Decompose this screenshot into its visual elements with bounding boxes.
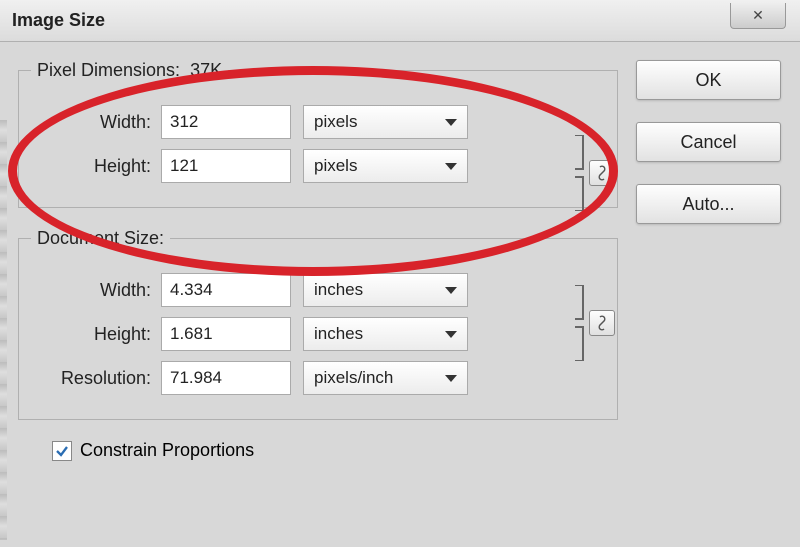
- doc-resolution-row: Resolution: pixels/inch: [31, 361, 605, 395]
- pixel-dimensions-legend: Pixel Dimensions: 37K: [31, 60, 228, 81]
- doc-resolution-input[interactable]: [161, 361, 291, 395]
- window-title: Image Size: [12, 10, 105, 31]
- chevron-down-icon: [445, 331, 457, 338]
- pixel-dimensions-label: Pixel Dimensions:: [37, 60, 180, 80]
- pixel-width-unit-value: pixels: [314, 112, 357, 132]
- doc-height-row: Height: inches: [31, 317, 605, 351]
- chevron-down-icon: [445, 375, 457, 382]
- doc-resolution-unit-value: pixels/inch: [314, 368, 393, 388]
- pixel-height-input[interactable]: [161, 149, 291, 183]
- doc-width-label: Width:: [31, 280, 161, 301]
- side-column: OK Cancel Auto...: [618, 60, 788, 461]
- doc-height-unit-value: inches: [314, 324, 363, 344]
- pixel-height-unit-select[interactable]: pixels: [303, 149, 468, 183]
- doc-width-unit-select[interactable]: inches: [303, 273, 468, 307]
- dialog-content: Pixel Dimensions: 37K Width: pixels Heig…: [0, 42, 800, 461]
- doc-resolution-unit-select[interactable]: pixels/inch: [303, 361, 468, 395]
- constrain-row: Constrain Proportions: [18, 440, 618, 461]
- cancel-button[interactable]: Cancel: [636, 122, 781, 162]
- doc-height-input[interactable]: [161, 317, 291, 351]
- pixel-height-unit-value: pixels: [314, 156, 357, 176]
- document-size-group: Document Size: Width: inches Height: inc…: [18, 228, 618, 420]
- ok-button[interactable]: OK: [636, 60, 781, 100]
- pixel-link-bracket: [571, 135, 611, 211]
- pixel-width-input[interactable]: [161, 105, 291, 139]
- doc-width-unit-value: inches: [314, 280, 363, 300]
- doc-width-row: Width: inches: [31, 273, 605, 307]
- pixel-width-label: Width:: [31, 112, 161, 133]
- pixel-height-label: Height:: [31, 156, 161, 177]
- main-column: Pixel Dimensions: 37K Width: pixels Heig…: [18, 60, 618, 461]
- chevron-down-icon: [445, 119, 457, 126]
- pixel-width-unit-select[interactable]: pixels: [303, 105, 468, 139]
- close-button[interactable]: ✕: [730, 3, 786, 29]
- constrain-label: Constrain Proportions: [80, 440, 254, 461]
- doc-height-unit-select[interactable]: inches: [303, 317, 468, 351]
- pixel-height-row: Height: pixels: [31, 149, 605, 183]
- doc-height-label: Height:: [31, 324, 161, 345]
- doc-width-input[interactable]: [161, 273, 291, 307]
- chevron-down-icon: [445, 287, 457, 294]
- link-icon[interactable]: [589, 310, 615, 336]
- doc-link-bracket: [571, 285, 611, 361]
- close-icon: ✕: [752, 7, 764, 24]
- title-bar: Image Size ✕: [0, 0, 800, 42]
- link-icon[interactable]: [589, 160, 615, 186]
- constrain-checkbox[interactable]: [52, 441, 72, 461]
- document-size-legend: Document Size:: [31, 228, 170, 249]
- chevron-down-icon: [445, 163, 457, 170]
- doc-resolution-label: Resolution:: [31, 368, 161, 389]
- pixel-dimensions-size: 37K: [190, 60, 222, 80]
- pixel-dimensions-group: Pixel Dimensions: 37K Width: pixels Heig…: [18, 60, 618, 208]
- auto-button[interactable]: Auto...: [636, 184, 781, 224]
- pixel-width-row: Width: pixels: [31, 105, 605, 139]
